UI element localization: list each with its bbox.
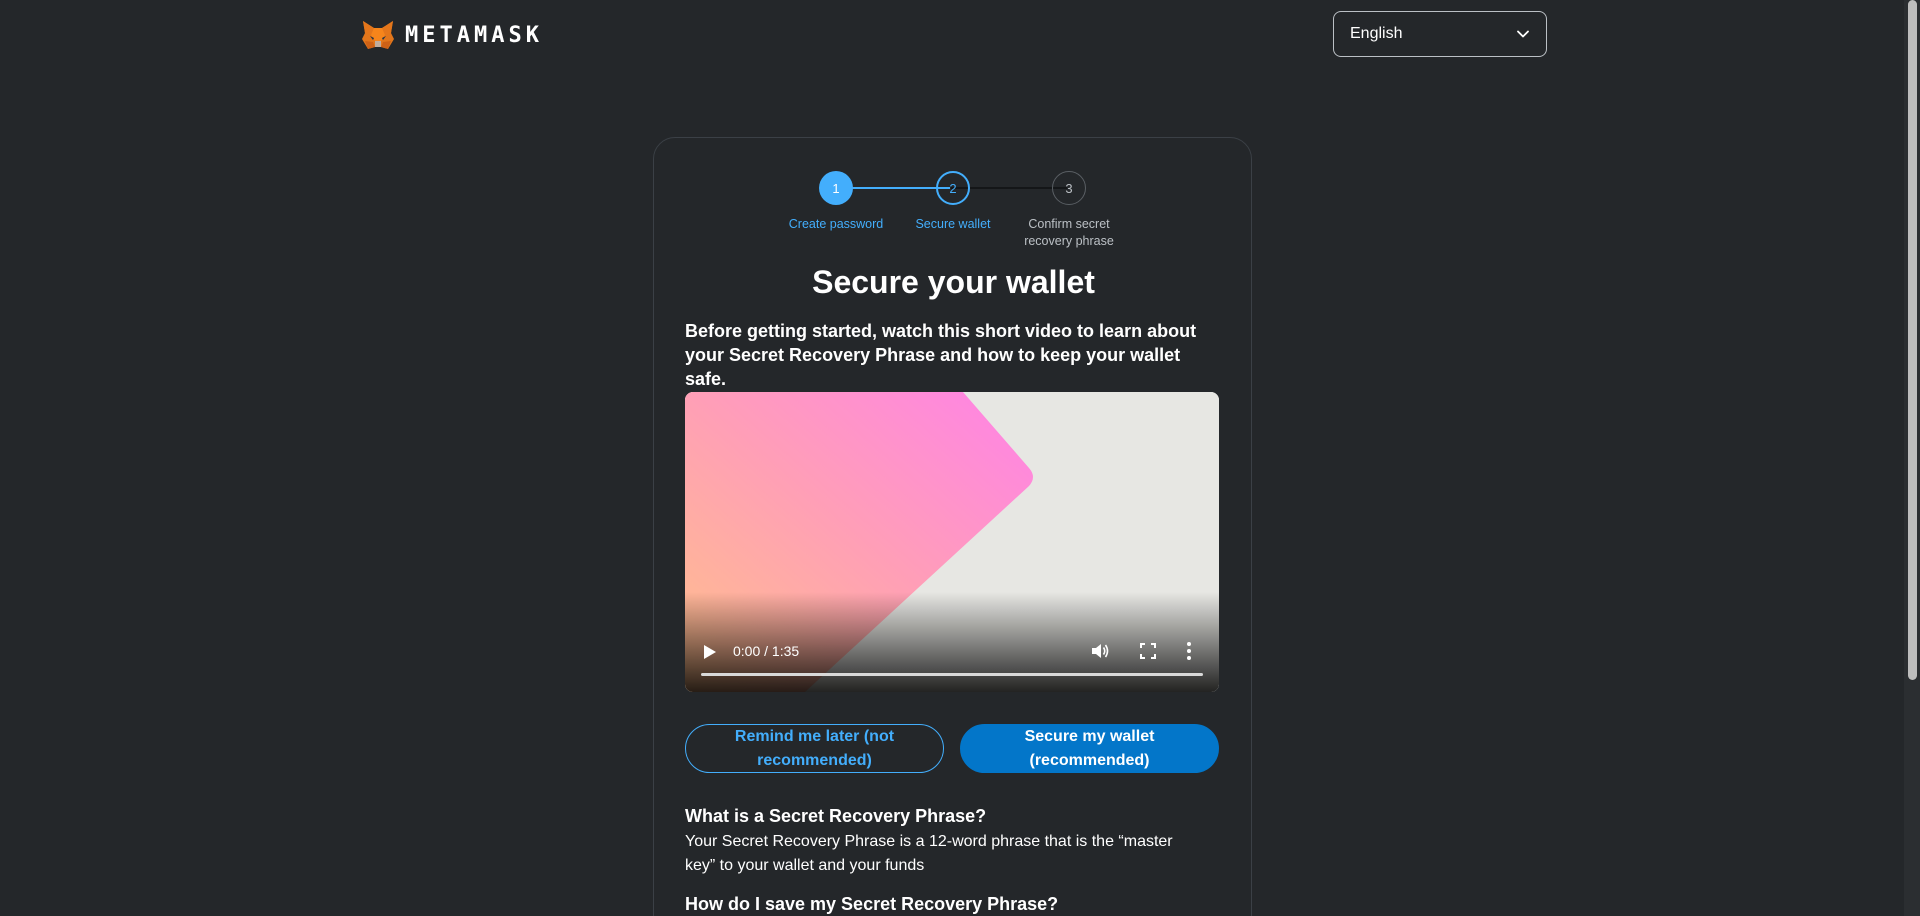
- intro-text: Before getting started, watch this short…: [685, 321, 1197, 389]
- fullscreen-icon[interactable]: [1140, 643, 1156, 659]
- page-title: Secure your wallet: [812, 264, 1095, 300]
- step-create-password: 1 Create password: [776, 171, 896, 233]
- language-select[interactable]: English: [1333, 11, 1547, 57]
- page-scrollbar[interactable]: [1904, 0, 1920, 916]
- step-label: Confirm secret recovery phrase: [1024, 217, 1114, 248]
- secure-my-wallet-button[interactable]: Secure my wallet (recommended): [960, 724, 1219, 773]
- step-circle: 3: [1052, 171, 1086, 205]
- remind-me-later-button[interactable]: Remind me later (not recommended): [685, 724, 944, 773]
- brand-name: METAMASK: [405, 22, 543, 48]
- scrollbar-thumb[interactable]: [1908, 0, 1917, 680]
- step-circle: 2: [936, 171, 970, 205]
- step-secure-wallet: 2 Secure wallet: [893, 171, 1013, 233]
- step-number: 1: [832, 180, 840, 196]
- video-progress-bar[interactable]: [701, 673, 1203, 676]
- video-controls: 0:00 / 1:35: [685, 592, 1219, 692]
- faq-question: How do I save my Secret Recovery Phrase?: [685, 894, 1059, 914]
- faq-answer: Your Secret Recovery Phrase is a 12-word…: [685, 833, 1173, 874]
- volume-icon[interactable]: [1091, 642, 1109, 660]
- step-circle: 1: [819, 171, 853, 205]
- more-vertical-icon[interactable]: [1187, 642, 1191, 660]
- step-number: 3: [1065, 180, 1073, 196]
- video-player[interactable]: 0:00 / 1:35: [685, 392, 1219, 692]
- video-time: 0:00 / 1:35: [733, 643, 800, 659]
- language-selected-value: English: [1350, 25, 1403, 42]
- metamask-fox-icon: [362, 21, 394, 49]
- step-label: Create password: [788, 217, 884, 231]
- step-number: 2: [949, 180, 957, 196]
- metamask-logo[interactable]: METAMASK: [361, 19, 543, 51]
- faq-question: What is a Secret Recovery Phrase?: [685, 806, 987, 826]
- step-label: Secure wallet: [915, 217, 991, 231]
- chevron-down-icon: [1517, 30, 1529, 38]
- progress-stepper: 1 Create password 2 Secure wallet 3 Conf…: [654, 171, 1253, 261]
- page: METAMASK English 1 Create password 2 Sec…: [0, 0, 1920, 916]
- step-confirm-phrase: 3 Confirm secret recovery phrase: [1009, 171, 1129, 250]
- play-icon[interactable]: [703, 644, 717, 660]
- onboarding-card: 1 Create password 2 Secure wallet 3 Conf…: [653, 137, 1252, 916]
